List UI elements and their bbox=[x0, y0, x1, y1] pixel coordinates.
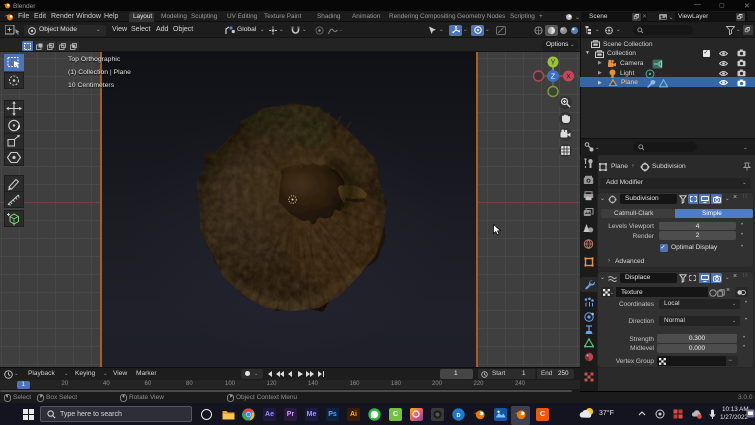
svg-text:Y: Y bbox=[551, 60, 556, 67]
svg-text:X: X bbox=[566, 74, 571, 81]
svg-text:Z: Z bbox=[551, 74, 556, 81]
svg-text:D: D bbox=[457, 413, 461, 419]
